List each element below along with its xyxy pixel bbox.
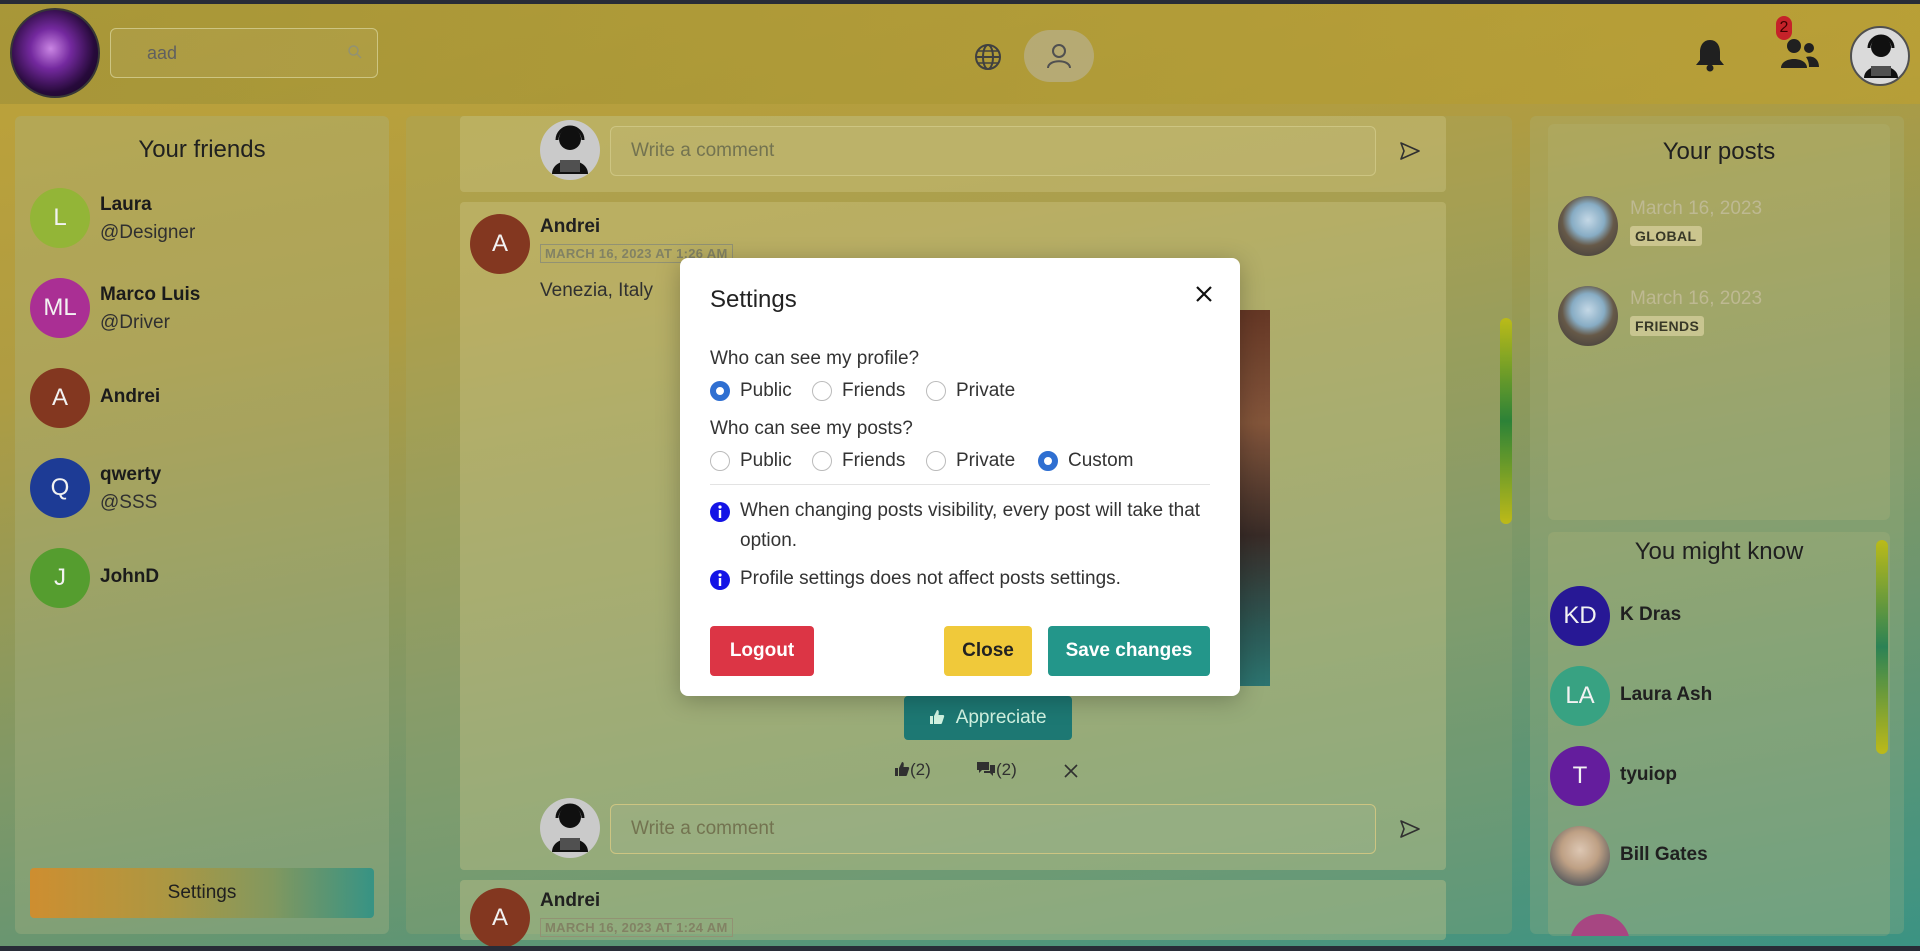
radio-label: Friends — [842, 380, 906, 401]
radio-circle[interactable] — [710, 451, 730, 471]
radio-circle[interactable] — [812, 381, 832, 401]
divider — [710, 484, 1210, 485]
radio-label: Private — [956, 450, 1016, 471]
radio-label: Private — [956, 380, 1016, 401]
posts-visibility-label: Who can see my posts? — [710, 418, 913, 439]
info-icon — [710, 570, 730, 590]
radio-circle[interactable] — [926, 451, 946, 471]
radio-circle[interactable] — [1038, 451, 1058, 471]
info-icon — [710, 502, 730, 522]
close-button[interactable]: Close — [944, 626, 1032, 676]
modal-title: Settings — [710, 286, 797, 313]
radio-label: Friends — [842, 450, 906, 471]
save-changes-button[interactable]: Save changes — [1048, 626, 1210, 676]
radio-label: Public — [740, 450, 792, 471]
info-note: Profile settings does not affect posts s… — [710, 564, 1210, 594]
info-note: When changing posts visibility, every po… — [710, 496, 1210, 556]
info-text: When changing posts visibility, every po… — [740, 500, 1201, 551]
profile-visibility-label: Who can see my profile? — [710, 348, 920, 369]
radio-circle[interactable] — [710, 381, 730, 401]
info-text: Profile settings does not affect posts s… — [740, 568, 1121, 589]
logout-button[interactable]: Logout — [710, 626, 814, 676]
close-icon[interactable] — [1192, 282, 1216, 306]
radio-circle[interactable] — [926, 381, 946, 401]
radio-label: Public — [740, 380, 792, 401]
radio-label: Custom — [1068, 450, 1134, 471]
settings-modal: Settings Who can see my profile? Public … — [680, 258, 1240, 696]
radio-circle[interactable] — [812, 451, 832, 471]
